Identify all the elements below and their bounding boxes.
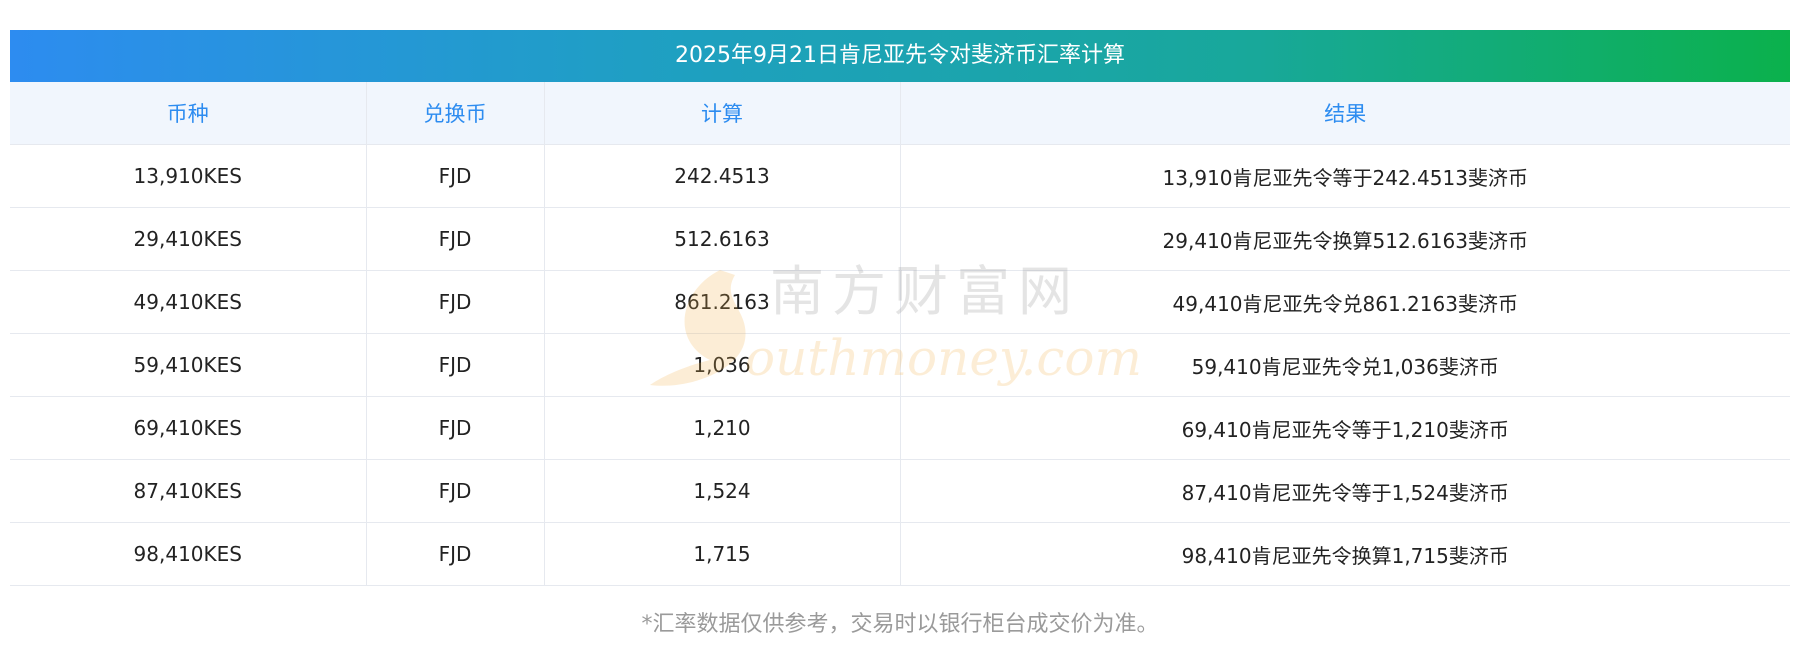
cell-result: 98,410肯尼亚先令换算1,715斐济币: [900, 522, 1790, 586]
table-row: 69,410KES FJD 1,210 69,410肯尼亚先令等于1,210斐济…: [10, 396, 1790, 460]
cell-target: FJD: [366, 333, 545, 397]
cell-result: 69,410肯尼亚先令等于1,210斐济币: [900, 396, 1790, 460]
cell-target: FJD: [366, 144, 545, 208]
table-row: 49,410KES FJD 861.2163 49,410肯尼亚先令兑861.2…: [10, 270, 1790, 334]
header-target-currency: 兑换币: [366, 82, 545, 145]
cell-currency: 59,410KES: [10, 333, 367, 397]
cell-target: FJD: [366, 270, 545, 334]
cell-calc: 512.6163: [544, 207, 901, 271]
table-row: 29,410KES FJD 512.6163 29,410肯尼亚先令换算512.…: [10, 207, 1790, 271]
cell-calc: 1,036: [544, 333, 901, 397]
cell-currency: 49,410KES: [10, 270, 367, 334]
cell-result: 29,410肯尼亚先令换算512.6163斐济币: [900, 207, 1790, 271]
cell-calc: 861.2163: [544, 270, 901, 334]
table-row: 87,410KES FJD 1,524 87,410肯尼亚先令等于1,524斐济…: [10, 459, 1790, 523]
exchange-rate-table: 币种 兑换币 计算 结果 13,910KES FJD 242.4513 13,9…: [10, 82, 1790, 586]
cell-result: 13,910肯尼亚先令等于242.4513斐济币: [900, 144, 1790, 208]
table-title: 2025年9月21日肯尼亚先令对斐济币汇率计算: [10, 30, 1790, 82]
cell-result: 49,410肯尼亚先令兑861.2163斐济币: [900, 270, 1790, 334]
header-result: 结果: [900, 82, 1790, 145]
cell-currency: 87,410KES: [10, 459, 367, 523]
cell-result: 87,410肯尼亚先令等于1,524斐济币: [900, 459, 1790, 523]
cell-target: FJD: [366, 522, 545, 586]
header-calculation: 计算: [544, 82, 901, 145]
cell-target: FJD: [366, 207, 545, 271]
disclaimer-note: *汇率数据仅供参考，交易时以银行柜台成交价为准。: [641, 612, 1159, 637]
cell-target: FJD: [366, 459, 545, 523]
cell-result: 59,410肯尼亚先令兑1,036斐济币: [900, 333, 1790, 397]
cell-currency: 69,410KES: [10, 396, 367, 460]
exchange-table-container: 2025年9月21日肯尼亚先令对斐济币汇率计算 币种 兑换币 计算 结果 13,…: [10, 30, 1790, 638]
cell-currency: 13,910KES: [10, 144, 367, 208]
cell-calc: 1,524: [544, 459, 901, 523]
cell-currency: 29,410KES: [10, 207, 367, 271]
table-row: 59,410KES FJD 1,036 59,410肯尼亚先令兑1,036斐济币: [10, 333, 1790, 397]
cell-calc: 1,715: [544, 522, 901, 586]
table-header-row: 币种 兑换币 计算 结果: [10, 82, 1790, 145]
cell-target: FJD: [366, 396, 545, 460]
table-row: 98,410KES FJD 1,715 98,410肯尼亚先令换算1,715斐济…: [10, 522, 1790, 586]
cell-calc: 242.4513: [544, 144, 901, 208]
cell-currency: 98,410KES: [10, 522, 367, 586]
table-row: 13,910KES FJD 242.4513 13,910肯尼亚先令等于242.…: [10, 144, 1790, 208]
header-currency: 币种: [10, 82, 367, 145]
cell-calc: 1,210: [544, 396, 901, 460]
